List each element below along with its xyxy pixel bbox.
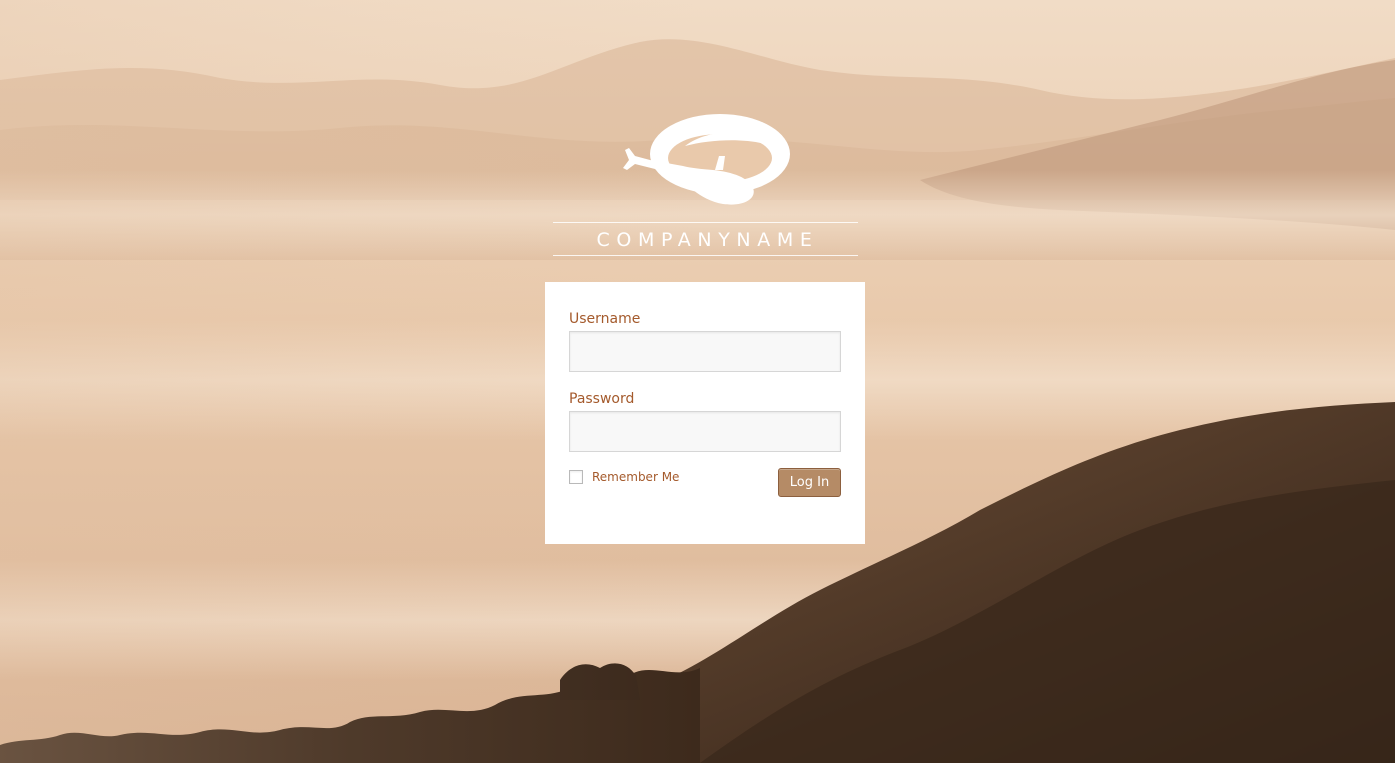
login-form: Username Password Remember Me Log In	[545, 282, 865, 544]
username-input[interactable]	[569, 331, 841, 372]
password-label: Password	[569, 391, 635, 407]
login-button[interactable]: Log In	[778, 468, 841, 497]
company-logo: COMPANYNAME	[553, 108, 858, 260]
logo-bottom-rule	[553, 255, 858, 256]
username-label: Username	[569, 311, 641, 327]
company-name: COMPANYNAME	[596, 229, 819, 251]
password-input[interactable]	[569, 411, 841, 452]
remember-me-label[interactable]: Remember Me	[592, 470, 679, 484]
logo-top-rule	[553, 222, 858, 223]
helicopter-logo-icon	[623, 114, 790, 205]
remember-me-option[interactable]: Remember Me	[569, 470, 679, 484]
remember-me-checkbox[interactable]	[569, 470, 583, 484]
